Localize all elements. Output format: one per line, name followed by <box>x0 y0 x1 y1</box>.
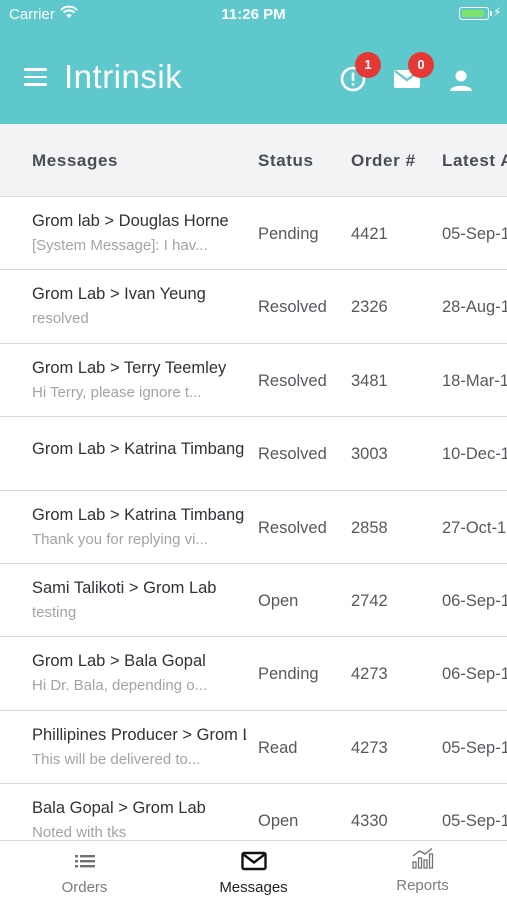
table-row[interactable]: Bala Gopal > Grom Lab Noted with tks Ope… <box>0 784 507 840</box>
tab-messages-label: Messages <box>219 879 288 896</box>
row-latest-activity: 05-Sep-1 <box>442 812 507 831</box>
table-row[interactable]: Grom Lab > Katrina Timbang Thank you for… <box>0 490 507 564</box>
row-preview: Hi Dr. Bala, depending o... <box>32 677 208 695</box>
column-header-status[interactable]: Status <box>258 151 314 171</box>
row-latest-activity: 06-Sep-1 <box>442 665 507 684</box>
user-icon[interactable] <box>447 67 475 95</box>
row-title: Grom lab > Douglas Horne <box>32 212 229 230</box>
app-title: Intrinsik <box>64 58 183 95</box>
row-order-number: 3481 <box>351 371 388 390</box>
row-latest-activity: 28-Aug-1 <box>442 298 507 317</box>
row-title: Grom Lab > Bala Gopal <box>32 652 206 671</box>
table-row[interactable]: Phillipines Producer > Grom Lab This wil… <box>0 710 507 785</box>
row-title: Grom Lab > Ivan Yeung <box>32 285 206 304</box>
table-row[interactable]: Grom Lab > Katrina Timbang Resolved 3003… <box>0 417 507 491</box>
clock: 11:26 PM <box>221 6 286 23</box>
bar-chart-icon <box>412 847 434 869</box>
alerts-badge: 1 <box>355 52 381 78</box>
row-order-number: 4421 <box>351 225 388 243</box>
mail-badge: 0 <box>408 52 434 78</box>
row-status: Open <box>258 812 299 831</box>
row-status: Pending <box>258 665 319 684</box>
tab-reports-label: Reports <box>396 877 449 894</box>
row-status: Open <box>258 591 299 610</box>
row-preview: This will be delivered to... <box>32 750 201 768</box>
table-row[interactable]: Grom Lab > Ivan Yeung resolved Resolved … <box>0 270 507 344</box>
row-order-number: 2326 <box>351 298 388 317</box>
row-title: Bala Gopal > Grom Lab <box>32 799 206 818</box>
tab-messages[interactable]: Messages <box>169 841 338 900</box>
table-row[interactable]: Grom Lab > Terry Teemley Hi Terry, pleas… <box>0 343 507 418</box>
table-row[interactable]: Grom lab > Douglas Horne [System Message… <box>0 197 507 271</box>
row-title: Grom Lab > Katrina Timbang <box>32 440 245 459</box>
row-latest-activity: 27-Oct-1 <box>442 518 507 537</box>
column-header-messages[interactable]: Messages <box>32 151 118 171</box>
row-title: Grom Lab > Katrina Timbang <box>32 505 245 524</box>
row-latest-activity: 05-Sep-1 <box>442 225 507 243</box>
row-title: Phillipines Producer > Grom Lab <box>32 725 246 744</box>
messages-table: Messages Status Order # Latest Activity … <box>0 124 507 840</box>
row-latest-activity: 05-Sep-1 <box>442 738 507 757</box>
battery-icon <box>459 7 492 20</box>
row-order-number: 2858 <box>351 518 388 537</box>
envelope-icon <box>241 851 267 871</box>
list-icon <box>75 855 95 868</box>
table-row[interactable]: Sami Talikoti > Grom Lab testing Open 27… <box>0 563 507 638</box>
row-status: Pending <box>258 225 319 243</box>
charging-icon: ⚡ <box>493 5 502 19</box>
row-title: Grom Lab > Terry Teemley <box>32 358 227 377</box>
row-status: Resolved <box>258 298 327 317</box>
tab-reports[interactable]: Reports <box>338 841 507 900</box>
status-bar: Carrier 11:26 PM ⚡ <box>0 0 507 28</box>
table-row[interactable]: Grom Lab > Bala Gopal Hi Dr. Bala, depen… <box>0 637 507 711</box>
tab-orders-label: Orders <box>61 879 108 896</box>
tab-bar: Orders Messages Reports <box>0 840 507 900</box>
table-body: Grom lab > Douglas Horne [System Message… <box>0 197 507 840</box>
row-latest-activity: 18-Mar-1 <box>442 371 507 390</box>
row-preview: [System Message]: I hav... <box>32 237 208 254</box>
tab-orders[interactable]: Orders <box>0 841 169 900</box>
row-order-number: 4273 <box>351 665 388 684</box>
table-header: Messages Status Order # Latest Activity <box>0 124 507 197</box>
menu-button[interactable] <box>24 68 47 86</box>
row-preview: Noted with tks <box>32 824 127 840</box>
row-status: Resolved <box>258 445 327 464</box>
row-latest-activity: 10-Dec-1 <box>442 445 507 464</box>
app-header: Carrier 11:26 PM ⚡ Intrinsik 1 0 <box>0 0 507 124</box>
row-preview: Thank you for replying vi... <box>32 530 208 548</box>
row-preview: resolved <box>32 310 89 328</box>
row-order-number: 4330 <box>351 812 388 831</box>
row-title: Sami Talikoti > Grom Lab <box>32 578 217 597</box>
row-order-number: 2742 <box>351 591 388 610</box>
row-order-number: 4273 <box>351 738 388 757</box>
row-order-number: 3003 <box>351 445 388 464</box>
row-status: Resolved <box>258 518 327 537</box>
row-status: Resolved <box>258 371 327 390</box>
column-header-latest-activity[interactable]: Latest Activity <box>442 151 507 171</box>
row-latest-activity: 06-Sep-1 <box>442 591 507 610</box>
row-preview: Hi Terry, please ignore t... <box>32 383 202 401</box>
row-status: Read <box>258 738 298 757</box>
row-preview: testing <box>32 603 77 621</box>
column-header-order[interactable]: Order # <box>351 151 416 171</box>
